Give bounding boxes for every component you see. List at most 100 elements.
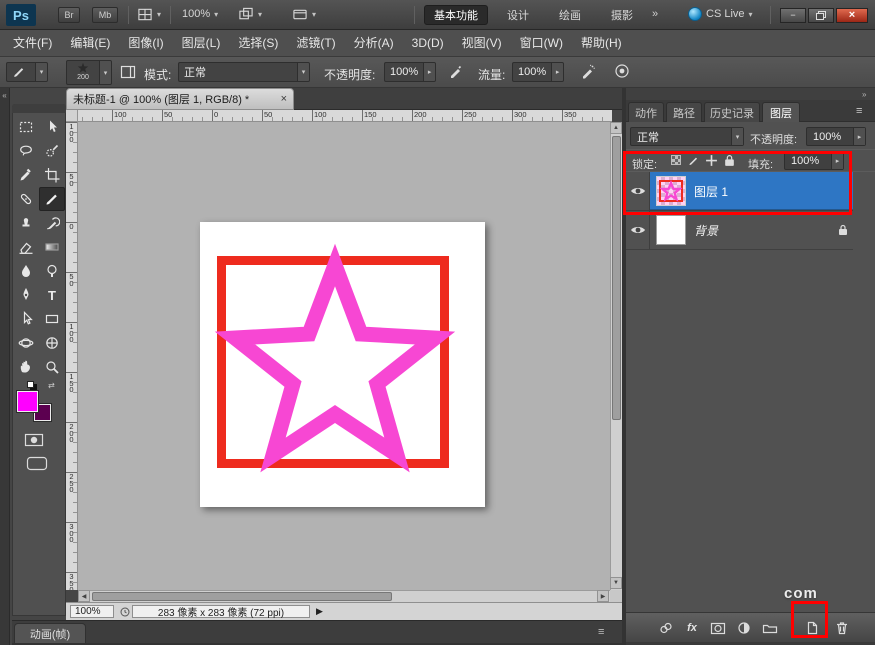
status-menu-arrow-icon[interactable]: ▶ [316, 606, 323, 617]
horizontal-scroll-thumb[interactable] [92, 592, 392, 601]
scroll-right-icon[interactable]: ▶ [597, 590, 609, 602]
menu-analysis[interactable]: 分析(A) [345, 30, 403, 56]
history-brush-tool[interactable] [39, 211, 65, 235]
tablet-size-button[interactable] [614, 63, 630, 82]
delete-layer-button[interactable] [832, 619, 852, 637]
menu-view[interactable]: 视图(V) [453, 30, 511, 56]
status-zoom-input[interactable]: 100% [70, 605, 114, 618]
eraser-tool[interactable] [13, 235, 39, 259]
eyedropper-tool[interactable] [13, 163, 39, 187]
layer-style-button[interactable]: fx [682, 619, 702, 637]
clone-stamp-tool[interactable] [13, 211, 39, 235]
quick-mask-button[interactable] [24, 432, 44, 451]
layer-blend-mode-select[interactable]: 正常 ▾ [630, 127, 744, 146]
airbrush-toggle-button[interactable] [580, 63, 596, 82]
hand-tool[interactable] [13, 355, 39, 379]
toggle-brush-panel-button[interactable] [120, 64, 136, 83]
tool-preset-picker[interactable]: ▾ [6, 62, 48, 82]
horizontal-scrollbar[interactable]: ◀ ▶ [78, 590, 610, 602]
pen-tool[interactable] [13, 283, 39, 307]
menu-window[interactable]: 窗口(W) [511, 30, 572, 56]
blend-mode-select[interactable]: 正常 ▾ [178, 62, 310, 82]
window-close-button[interactable]: × [836, 8, 868, 23]
tab-layers[interactable]: 图层 [762, 102, 800, 122]
blur-tool[interactable] [13, 259, 39, 283]
left-dock-collapse-strip[interactable]: « [0, 88, 10, 645]
ruler-corner[interactable] [66, 110, 78, 122]
swap-colors-icon[interactable]: ⇄ [48, 381, 55, 390]
view-extras-button[interactable]: ▾ [238, 7, 262, 22]
scroll-up-icon[interactable]: ▲ [610, 122, 622, 134]
animation-panel-menu-icon[interactable]: ≡ [598, 626, 604, 638]
foreground-color-swatch[interactable] [17, 391, 38, 412]
screen-mode-button[interactable]: ▾ [292, 7, 316, 22]
layout-picker-button[interactable]: ▾ [137, 7, 161, 22]
window-restore-button[interactable] [808, 8, 834, 23]
document-tab-close-icon[interactable]: × [281, 93, 287, 105]
document-tab[interactable]: 未标题-1 @ 100% (图层 1, RGB/8) * × [66, 88, 294, 110]
menu-layer[interactable]: 图层(L) [173, 30, 230, 56]
ruler-horizontal[interactable]: 10050050100150200250300350 [78, 110, 612, 122]
scroll-down-icon[interactable]: ▼ [610, 577, 622, 589]
layer-row-background[interactable]: 背景 [626, 211, 853, 250]
add-layer-mask-button[interactable] [708, 619, 728, 637]
link-layers-button[interactable] [656, 619, 676, 637]
screen-mode-toggle-button[interactable] [26, 455, 48, 475]
new-group-button[interactable] [760, 619, 780, 637]
brush-picker[interactable]: 200 ▾ [66, 60, 112, 85]
document-canvas[interactable] [200, 222, 485, 507]
layer-opacity-input[interactable]: 100% ▸ [806, 127, 866, 146]
tab-actions[interactable]: 动作 [628, 102, 664, 122]
layer-thumbnail[interactable] [656, 215, 686, 245]
type-tool[interactable]: T [39, 283, 65, 307]
quick-selection-tool[interactable] [39, 139, 65, 163]
window-minimize-button[interactable]: − [780, 8, 806, 23]
workspace-tab-painting[interactable]: 绘画 [550, 5, 590, 25]
adjustment-layer-button[interactable] [734, 619, 754, 637]
toolbox-header[interactable] [12, 104, 66, 113]
zoom-level-dropdown[interactable]: 100% ▾ [182, 8, 218, 20]
scroll-left-icon[interactable]: ◀ [78, 590, 90, 602]
default-colors-icon[interactable] [27, 381, 34, 388]
opacity-input[interactable]: 100% ▸ [384, 62, 436, 82]
dock-collapse-icon[interactable]: » [862, 90, 866, 99]
tablet-opacity-button[interactable] [448, 63, 464, 82]
workspace-tab-essentials[interactable]: 基本功能 [424, 5, 488, 25]
menu-file[interactable]: 文件(F) [4, 30, 61, 56]
healing-brush-tool[interactable] [13, 187, 39, 211]
animation-tab[interactable]: 动画(帧) [14, 623, 86, 644]
3d-camera-tool[interactable] [39, 331, 65, 355]
layer-name[interactable]: 背景 [694, 211, 718, 249]
menu-image[interactable]: 图像(I) [119, 30, 172, 56]
workspace-tab-photography[interactable]: 摄影 [602, 5, 642, 25]
crop-tool[interactable] [39, 163, 65, 187]
brush-tool[interactable] [39, 187, 65, 211]
lasso-tool[interactable] [13, 139, 39, 163]
vertical-scroll-thumb[interactable] [612, 136, 621, 420]
rect-marquee-tool[interactable] [13, 115, 39, 139]
tab-paths[interactable]: 路径 [666, 102, 702, 122]
workspace-overflow-button[interactable]: » [652, 8, 658, 20]
tab-history[interactable]: 历史记录 [704, 102, 760, 122]
dodge-tool[interactable] [39, 259, 65, 283]
canvas-area[interactable] [78, 122, 610, 590]
menu-filter[interactable]: 滤镜(T) [287, 30, 344, 56]
mini-bridge-button[interactable]: Mb [92, 7, 118, 23]
zoom-tool[interactable] [39, 355, 65, 379]
menu-select[interactable]: 选择(S) [229, 30, 287, 56]
bridge-button[interactable]: Br [58, 7, 80, 23]
menu-edit[interactable]: 编辑(E) [61, 30, 119, 56]
workspace-tab-design[interactable]: 设计 [498, 5, 538, 25]
cs-live-button[interactable]: CS Live ▾ [688, 7, 753, 21]
layers-panel-menu-icon[interactable]: ≡ [856, 105, 862, 117]
gradient-tool[interactable] [39, 235, 65, 259]
vertical-scrollbar[interactable]: ▲ ▼ [610, 122, 622, 590]
layer-visibility-toggle[interactable] [626, 211, 650, 249]
menu-3d[interactable]: 3D(D) [403, 30, 453, 56]
shape-tool[interactable] [39, 307, 65, 331]
flow-input[interactable]: 100% ▸ [512, 62, 564, 82]
ruler-vertical[interactable]: 1 0 05 005 01 0 01 5 02 0 02 5 03 0 03 5… [66, 122, 78, 590]
move-tool[interactable] [39, 115, 65, 139]
3d-rotate-tool[interactable] [13, 331, 39, 355]
path-selection-tool[interactable] [13, 307, 39, 331]
